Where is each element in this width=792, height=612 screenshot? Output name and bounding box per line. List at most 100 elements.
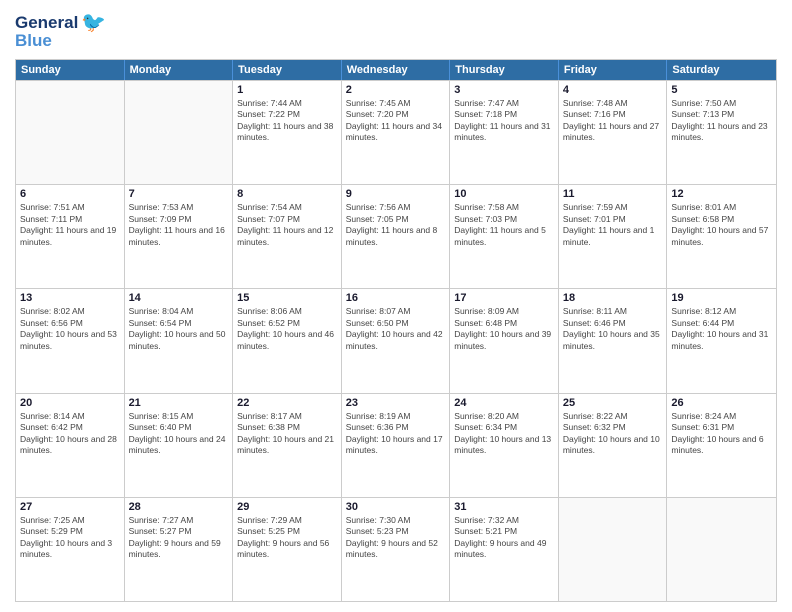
calendar-cell: 31Sunrise: 7:32 AMSunset: 5:21 PMDayligh… bbox=[450, 498, 559, 601]
day-number: 22 bbox=[237, 397, 337, 409]
day-info: Sunrise: 7:25 AMSunset: 5:29 PMDaylight:… bbox=[20, 515, 120, 561]
day-number: 23 bbox=[346, 397, 446, 409]
day-info: Sunrise: 7:54 AMSunset: 7:07 PMDaylight:… bbox=[237, 202, 337, 248]
calendar-cell: 15Sunrise: 8:06 AMSunset: 6:52 PMDayligh… bbox=[233, 289, 342, 392]
calendar-cell: 19 Sunrise: 8:12 AMSunset: 6:44 PMDayligh… bbox=[667, 289, 776, 392]
day-info: Sunrise: 7:50 AMSunset: 7:13 PMDaylight:… bbox=[671, 98, 772, 144]
calendar-cell: 6 Sunrise: 7:51 AMSunset: 7:11 PMDaylight… bbox=[16, 185, 125, 288]
day-info: Sunrise: 8:14 AMSunset: 6:42 PMDaylight:… bbox=[20, 411, 120, 457]
day-number: 19 bbox=[671, 292, 772, 304]
day-number: 27 bbox=[20, 501, 120, 513]
day-number: 12 bbox=[671, 188, 772, 200]
header-day-monday: Monday bbox=[125, 60, 234, 80]
day-number: 3 bbox=[454, 84, 554, 96]
calendar-cell: 9 Sunrise: 7:56 AMSunset: 7:05 PMDaylight… bbox=[342, 185, 451, 288]
day-info: Sunrise: 8:11 AMSunset: 6:46 PMDaylight:… bbox=[563, 306, 663, 352]
day-info: Sunrise: 7:48 AMSunset: 7:16 PMDaylight:… bbox=[563, 98, 663, 144]
calendar-row-3: 20 Sunrise: 8:14 AMSunset: 6:42 PMDayligh… bbox=[16, 393, 776, 497]
header-day-saturday: Saturday bbox=[667, 60, 776, 80]
day-info: Sunrise: 7:51 AMSunset: 7:11 PMDaylight:… bbox=[20, 202, 120, 248]
calendar-row-4: 27 Sunrise: 7:25 AMSunset: 5:29 PMDayligh… bbox=[16, 497, 776, 601]
day-info: Sunrise: 8:02 AMSunset: 6:56 PMDaylight:… bbox=[20, 306, 120, 352]
day-info: Sunrise: 7:56 AMSunset: 7:05 PMDaylight:… bbox=[346, 202, 446, 248]
calendar-cell bbox=[667, 498, 776, 601]
day-number: 18 bbox=[563, 292, 663, 304]
day-number: 30 bbox=[346, 501, 446, 513]
calendar-cell: 28Sunrise: 7:27 AMSunset: 5:27 PMDayligh… bbox=[125, 498, 234, 601]
day-info: Sunrise: 8:17 AMSunset: 6:38 PMDaylight:… bbox=[237, 411, 337, 457]
day-info: Sunrise: 8:22 AMSunset: 6:32 PMDaylight:… bbox=[563, 411, 663, 457]
calendar-cell: 16Sunrise: 8:07 AMSunset: 6:50 PMDayligh… bbox=[342, 289, 451, 392]
day-info: Sunrise: 8:09 AMSunset: 6:48 PMDaylight:… bbox=[454, 306, 554, 352]
day-info: Sunrise: 7:45 AMSunset: 7:20 PMDaylight:… bbox=[346, 98, 446, 144]
calendar-row-2: 13 Sunrise: 8:02 AMSunset: 6:56 PMDayligh… bbox=[16, 288, 776, 392]
day-number: 24 bbox=[454, 397, 554, 409]
header: General 🐦 Blue bbox=[15, 10, 777, 51]
day-info: Sunrise: 8:15 AMSunset: 6:40 PMDaylight:… bbox=[129, 411, 229, 457]
day-info: Sunrise: 8:04 AMSunset: 6:54 PMDaylight:… bbox=[129, 306, 229, 352]
calendar-cell: 2 Sunrise: 7:45 AMSunset: 7:20 PMDaylight… bbox=[342, 81, 451, 184]
calendar-cell: 18 Sunrise: 8:11 AMSunset: 6:46 PMDayligh… bbox=[559, 289, 668, 392]
day-number: 20 bbox=[20, 397, 120, 409]
logo: General 🐦 Blue bbox=[15, 10, 106, 51]
header-day-friday: Friday bbox=[559, 60, 668, 80]
logo-blue-text: Blue bbox=[15, 31, 52, 51]
header-day-sunday: Sunday bbox=[16, 60, 125, 80]
day-number: 2 bbox=[346, 84, 446, 96]
calendar-cell: 20 Sunrise: 8:14 AMSunset: 6:42 PMDayligh… bbox=[16, 394, 125, 497]
day-info: Sunrise: 7:27 AMSunset: 5:27 PMDaylight:… bbox=[129, 515, 229, 561]
calendar-cell: 14 Sunrise: 8:04 AMSunset: 6:54 PMDayligh… bbox=[125, 289, 234, 392]
calendar-cell: 4 Sunrise: 7:48 AMSunset: 7:16 PMDaylight… bbox=[559, 81, 668, 184]
day-info: Sunrise: 7:58 AMSunset: 7:03 PMDaylight:… bbox=[454, 202, 554, 248]
calendar: SundayMondayTuesdayWednesdayThursdayFrid… bbox=[15, 59, 777, 602]
calendar-cell: 22 Sunrise: 8:17 AMSunset: 6:38 PMDayligh… bbox=[233, 394, 342, 497]
day-info: Sunrise: 7:59 AMSunset: 7:01 PMDaylight:… bbox=[563, 202, 663, 248]
calendar-cell: 10 Sunrise: 7:58 AMSunset: 7:03 PMDayligh… bbox=[450, 185, 559, 288]
day-info: Sunrise: 7:29 AMSunset: 5:25 PMDaylight:… bbox=[237, 515, 337, 561]
header-day-thursday: Thursday bbox=[450, 60, 559, 80]
day-info: Sunrise: 8:24 AMSunset: 6:31 PMDaylight:… bbox=[671, 411, 772, 457]
day-number: 8 bbox=[237, 188, 337, 200]
day-number: 4 bbox=[563, 84, 663, 96]
day-info: Sunrise: 7:30 AMSunset: 5:23 PMDaylight:… bbox=[346, 515, 446, 561]
calendar-cell bbox=[16, 81, 125, 184]
day-number: 13 bbox=[20, 292, 120, 304]
day-info: Sunrise: 8:12 AMSunset: 6:44 PMDaylight:… bbox=[671, 306, 772, 352]
calendar-cell: 29Sunrise: 7:29 AMSunset: 5:25 PMDayligh… bbox=[233, 498, 342, 601]
day-number: 15 bbox=[237, 292, 337, 304]
calendar-cell: 5 Sunrise: 7:50 AMSunset: 7:13 PMDaylight… bbox=[667, 81, 776, 184]
calendar-cell: 25 Sunrise: 8:22 AMSunset: 6:32 PMDayligh… bbox=[559, 394, 668, 497]
calendar-cell: 17 Sunrise: 8:09 AMSunset: 6:48 PMDayligh… bbox=[450, 289, 559, 392]
calendar-cell: 3Sunrise: 7:47 AMSunset: 7:18 PMDaylight… bbox=[450, 81, 559, 184]
day-number: 14 bbox=[129, 292, 229, 304]
calendar-row-0: 1Sunrise: 7:44 AMSunset: 7:22 PMDaylight… bbox=[16, 80, 776, 184]
calendar-cell: 11 Sunrise: 7:59 AMSunset: 7:01 PMDayligh… bbox=[559, 185, 668, 288]
day-info: Sunrise: 8:01 AMSunset: 6:58 PMDaylight:… bbox=[671, 202, 772, 248]
day-number: 1 bbox=[237, 84, 337, 96]
day-number: 26 bbox=[671, 397, 772, 409]
day-info: Sunrise: 7:32 AMSunset: 5:21 PMDaylight:… bbox=[454, 515, 554, 561]
logo-bird-icon: 🐦 bbox=[81, 10, 106, 35]
calendar-cell bbox=[559, 498, 668, 601]
day-number: 10 bbox=[454, 188, 554, 200]
day-number: 11 bbox=[563, 188, 663, 200]
day-info: Sunrise: 8:20 AMSunset: 6:34 PMDaylight:… bbox=[454, 411, 554, 457]
day-number: 6 bbox=[20, 188, 120, 200]
calendar-cell: 30 Sunrise: 7:30 AMSunset: 5:23 PMDayligh… bbox=[342, 498, 451, 601]
calendar-cell: 24 Sunrise: 8:20 AMSunset: 6:34 PMDayligh… bbox=[450, 394, 559, 497]
calendar-cell bbox=[125, 81, 234, 184]
day-number: 9 bbox=[346, 188, 446, 200]
calendar-cell: 27 Sunrise: 7:25 AMSunset: 5:29 PMDayligh… bbox=[16, 498, 125, 601]
logo-general-text: General bbox=[15, 13, 78, 33]
calendar-cell: 8 Sunrise: 7:54 AMSunset: 7:07 PMDaylight… bbox=[233, 185, 342, 288]
calendar-cell: 12 Sunrise: 8:01 AMSunset: 6:58 PMDayligh… bbox=[667, 185, 776, 288]
day-number: 5 bbox=[671, 84, 772, 96]
day-number: 25 bbox=[563, 397, 663, 409]
calendar-cell: 23 Sunrise: 8:19 AMSunset: 6:36 PMDayligh… bbox=[342, 394, 451, 497]
calendar-row-1: 6 Sunrise: 7:51 AMSunset: 7:11 PMDaylight… bbox=[16, 184, 776, 288]
calendar-cell: 1Sunrise: 7:44 AMSunset: 7:22 PMDaylight… bbox=[233, 81, 342, 184]
day-number: 17 bbox=[454, 292, 554, 304]
day-info: Sunrise: 8:07 AMSunset: 6:50 PMDaylight:… bbox=[346, 306, 446, 352]
day-number: 7 bbox=[129, 188, 229, 200]
day-info: Sunrise: 8:19 AMSunset: 6:36 PMDaylight:… bbox=[346, 411, 446, 457]
